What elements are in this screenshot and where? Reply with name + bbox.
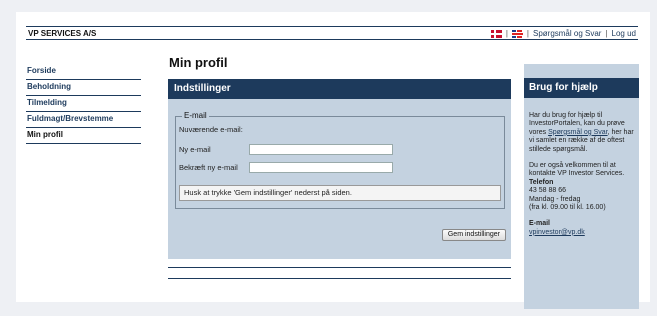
phone-hours: (fra kl. 09.00 til kl. 16.00) [529, 204, 606, 212]
help-email: E-mail vpinvestor@vp.dk [529, 220, 637, 237]
help-faq-link[interactable]: Spørgsmål og Svar [548, 129, 608, 136]
current-email-label: Nuværende e-mail: [179, 125, 243, 134]
sidebar-item-beholdning[interactable]: Beholdning [26, 80, 141, 96]
nav-separator: | [605, 29, 608, 38]
settings-panel: Indstillinger E-mail Nuværende e-mail: N… [168, 79, 511, 279]
settings-footer-bar [168, 267, 511, 279]
email-legend: E-mail [182, 111, 209, 120]
page-container: VP SERVICES A/S | | Spørgsmål og Svar | … [16, 12, 650, 309]
english-flag-icon[interactable] [511, 29, 523, 38]
phone-heading: Telefon [529, 178, 554, 186]
confirm-email-field[interactable] [249, 162, 393, 173]
top-header: VP SERVICES A/S | | Spørgsmål og Svar | … [26, 26, 638, 40]
confirm-email-label: Bekræft ny e-mail [179, 163, 238, 172]
page-title: Min profil [169, 55, 228, 70]
nav-separator: | [505, 29, 508, 38]
top-nav: | | Spørgsmål og Svar | Log ud [490, 29, 636, 38]
help-body: Har du brug for hjælp til InvestorPortal… [529, 112, 637, 245]
help-panel: Brug for hjælp Har du brug for hjælp til… [524, 64, 639, 309]
new-email-label: Ny e-mail [179, 145, 211, 154]
settings-heading: Indstillinger [168, 79, 511, 99]
new-email-field[interactable] [249, 144, 393, 155]
phone-number: 43 58 88 66 [529, 187, 566, 195]
danish-flag-icon[interactable] [490, 29, 502, 38]
brand-name: VP SERVICES A/S [28, 29, 97, 38]
help-intro: Har du brug for hjælp til InvestorPortal… [529, 112, 637, 154]
faq-link[interactable]: Spørgsmål og Svar [533, 29, 601, 38]
help-heading: Brug for hjælp [524, 78, 639, 98]
sidebar-nav: Forside Beholdning Tilmelding Fuldmagt/B… [26, 64, 141, 144]
help-email-link[interactable]: vpinvestor@vp.dk [529, 229, 585, 236]
save-reminder-notice: Husk at trykke 'Gem indstillinger' neder… [179, 185, 501, 201]
logout-link[interactable]: Log ud [612, 29, 636, 38]
email-fieldset: E-mail Nuværende e-mail: Ny e-mail Bekræ… [175, 111, 505, 209]
sidebar-item-forside[interactable]: Forside [26, 64, 141, 80]
sidebar-item-min-profil[interactable]: Min profil [26, 128, 141, 144]
phone-days: Mandag - fredag [529, 195, 581, 203]
sidebar-item-tilmelding[interactable]: Tilmelding [26, 96, 141, 112]
save-settings-button[interactable]: Gem indstillinger [441, 229, 506, 241]
sidebar-item-fuldmagt[interactable]: Fuldmagt/Brevstemme [26, 112, 141, 128]
help-contact: Du er også velkommen til at kontakte VP … [529, 162, 637, 212]
nav-separator: | [526, 29, 529, 38]
email-heading: E-mail [529, 220, 551, 228]
help-contact-text: Du er også velkommen til at kontakte VP … [529, 162, 625, 178]
